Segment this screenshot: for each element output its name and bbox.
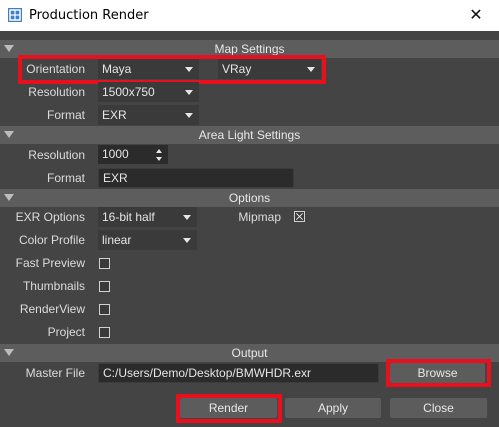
project-label: Project xyxy=(47,325,85,339)
exr-options-label: EXR Options xyxy=(15,210,85,224)
apply-button[interactable]: Apply xyxy=(285,398,381,418)
fast-preview-label: Fast Preview xyxy=(15,256,85,270)
exr-options-dropdown[interactable]: 16-bit half xyxy=(98,207,197,227)
section-title: Options xyxy=(228,191,271,205)
section-title: Area Light Settings xyxy=(198,128,301,142)
window-title: Production Render xyxy=(29,8,149,23)
renderview-label: RenderView xyxy=(19,302,85,316)
spin-down-icon[interactable] xyxy=(156,157,162,161)
resolution-value: 1500x750 xyxy=(102,85,155,99)
collapse-arrow-icon[interactable] xyxy=(4,194,14,201)
format-dropdown[interactable]: EXR xyxy=(98,105,199,125)
chevron-down-icon xyxy=(185,67,193,72)
mipmap-label: Mipmap xyxy=(238,210,281,224)
chevron-down-icon xyxy=(183,238,191,243)
format-value: EXR xyxy=(102,108,127,122)
chevron-down-icon xyxy=(185,90,193,95)
section-header-area-light[interactable]: Area Light Settings xyxy=(0,126,499,144)
spin-up-icon[interactable] xyxy=(156,149,162,153)
renderer-value: VRay xyxy=(222,62,252,76)
section-header-output[interactable]: Output xyxy=(0,344,499,362)
orientation-value: Maya xyxy=(102,62,132,76)
area-resolution-label: Resolution xyxy=(28,148,85,162)
section-title: Map Settings xyxy=(214,42,285,56)
fast-preview-checkbox[interactable] xyxy=(99,258,110,269)
area-format-label: Format xyxy=(46,171,85,185)
color-profile-label: Color Profile xyxy=(18,233,85,247)
render-button[interactable]: Render xyxy=(180,398,277,418)
master-file-field[interactable]: C:/Users/Demo/Desktop/BMWHDR.exr xyxy=(98,363,379,383)
section-title: Output xyxy=(231,346,268,360)
orientation-dropdown[interactable]: Maya xyxy=(98,59,199,79)
renderer-dropdown[interactable]: VRay xyxy=(218,59,321,79)
chevron-down-icon xyxy=(307,67,315,72)
browse-button[interactable]: Browse xyxy=(390,363,485,383)
thumbnails-label: Thumbnails xyxy=(22,279,85,293)
section-header-options[interactable]: Options xyxy=(0,189,499,207)
area-resolution-value: 1000 xyxy=(102,147,129,161)
resolution-label: Resolution xyxy=(28,85,85,99)
chevron-down-icon xyxy=(185,113,193,118)
area-resolution-spinbox[interactable]: 1000 xyxy=(98,145,168,164)
close-button[interactable]: Close xyxy=(390,398,487,418)
collapse-arrow-icon[interactable] xyxy=(4,45,14,52)
area-format-value: EXR xyxy=(103,171,128,185)
thumbnails-checkbox[interactable] xyxy=(99,281,110,292)
title-bar: Production Render ✕ xyxy=(0,0,499,31)
orientation-label: Orientation xyxy=(26,62,85,76)
renderview-checkbox[interactable] xyxy=(99,304,110,315)
chevron-down-icon xyxy=(183,215,191,220)
project-checkbox[interactable] xyxy=(99,327,110,338)
collapse-arrow-icon[interactable] xyxy=(4,131,14,138)
master-file-label: Master File xyxy=(25,366,85,380)
section-header-map-settings[interactable]: Map Settings xyxy=(0,40,499,58)
resolution-dropdown[interactable]: 1500x750 xyxy=(98,82,199,102)
collapse-arrow-icon[interactable] xyxy=(4,349,14,356)
app-icon xyxy=(8,8,22,22)
mipmap-checkbox[interactable] xyxy=(294,211,305,222)
color-profile-value: linear xyxy=(102,233,132,247)
color-profile-dropdown[interactable]: linear xyxy=(98,230,197,250)
exr-options-value: 16-bit half xyxy=(102,210,155,224)
master-file-value: C:/Users/Demo/Desktop/BMWHDR.exr xyxy=(103,366,312,380)
area-format-field[interactable]: EXR xyxy=(98,168,294,188)
window-close-button[interactable]: ✕ xyxy=(453,0,499,31)
format-label: Format xyxy=(46,108,85,122)
